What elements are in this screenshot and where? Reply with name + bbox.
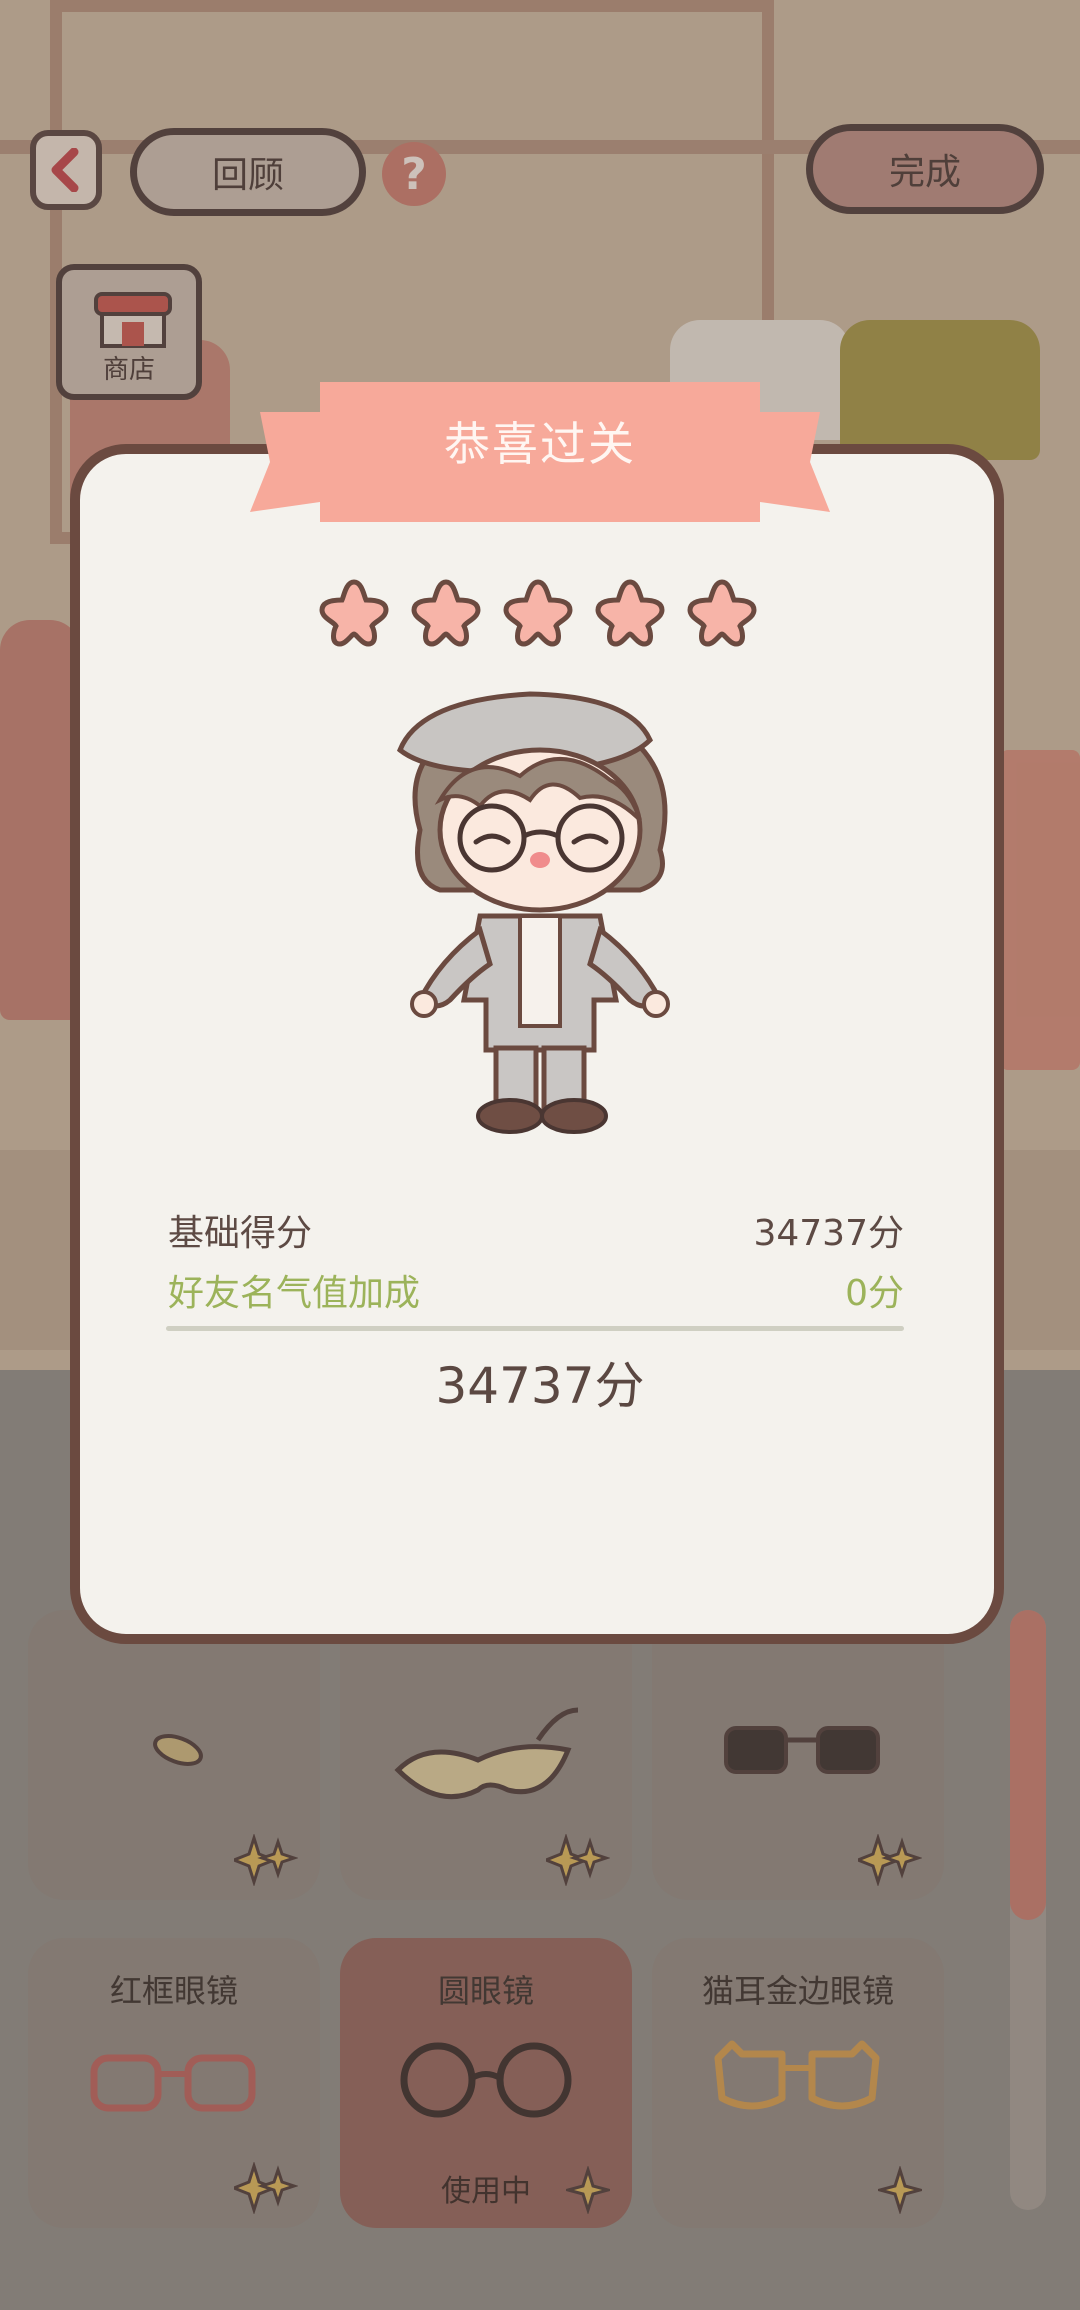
score-divider — [166, 1326, 904, 1331]
star-icon — [687, 579, 757, 647]
bonus-score-row: 好友名气值加成 0分 — [168, 1264, 904, 1316]
base-score-row: 基础得分 34737分 — [168, 1204, 904, 1256]
star-rating — [318, 578, 758, 648]
total-score: 34737分 — [435, 1357, 645, 1415]
bonus-score-label: 好友名气值加成 — [168, 1273, 421, 1314]
chibi-character — [396, 691, 670, 1134]
base-score-label: 基础得分 — [168, 1213, 313, 1254]
base-score-value: 34737分 — [753, 1213, 904, 1254]
star-icon — [595, 579, 665, 647]
star-icon — [503, 579, 573, 647]
star-icon — [319, 579, 389, 647]
bonus-score-value: 0分 — [845, 1273, 904, 1314]
modal-title: 恭喜过关 — [444, 417, 636, 471]
star-icon — [411, 579, 481, 647]
